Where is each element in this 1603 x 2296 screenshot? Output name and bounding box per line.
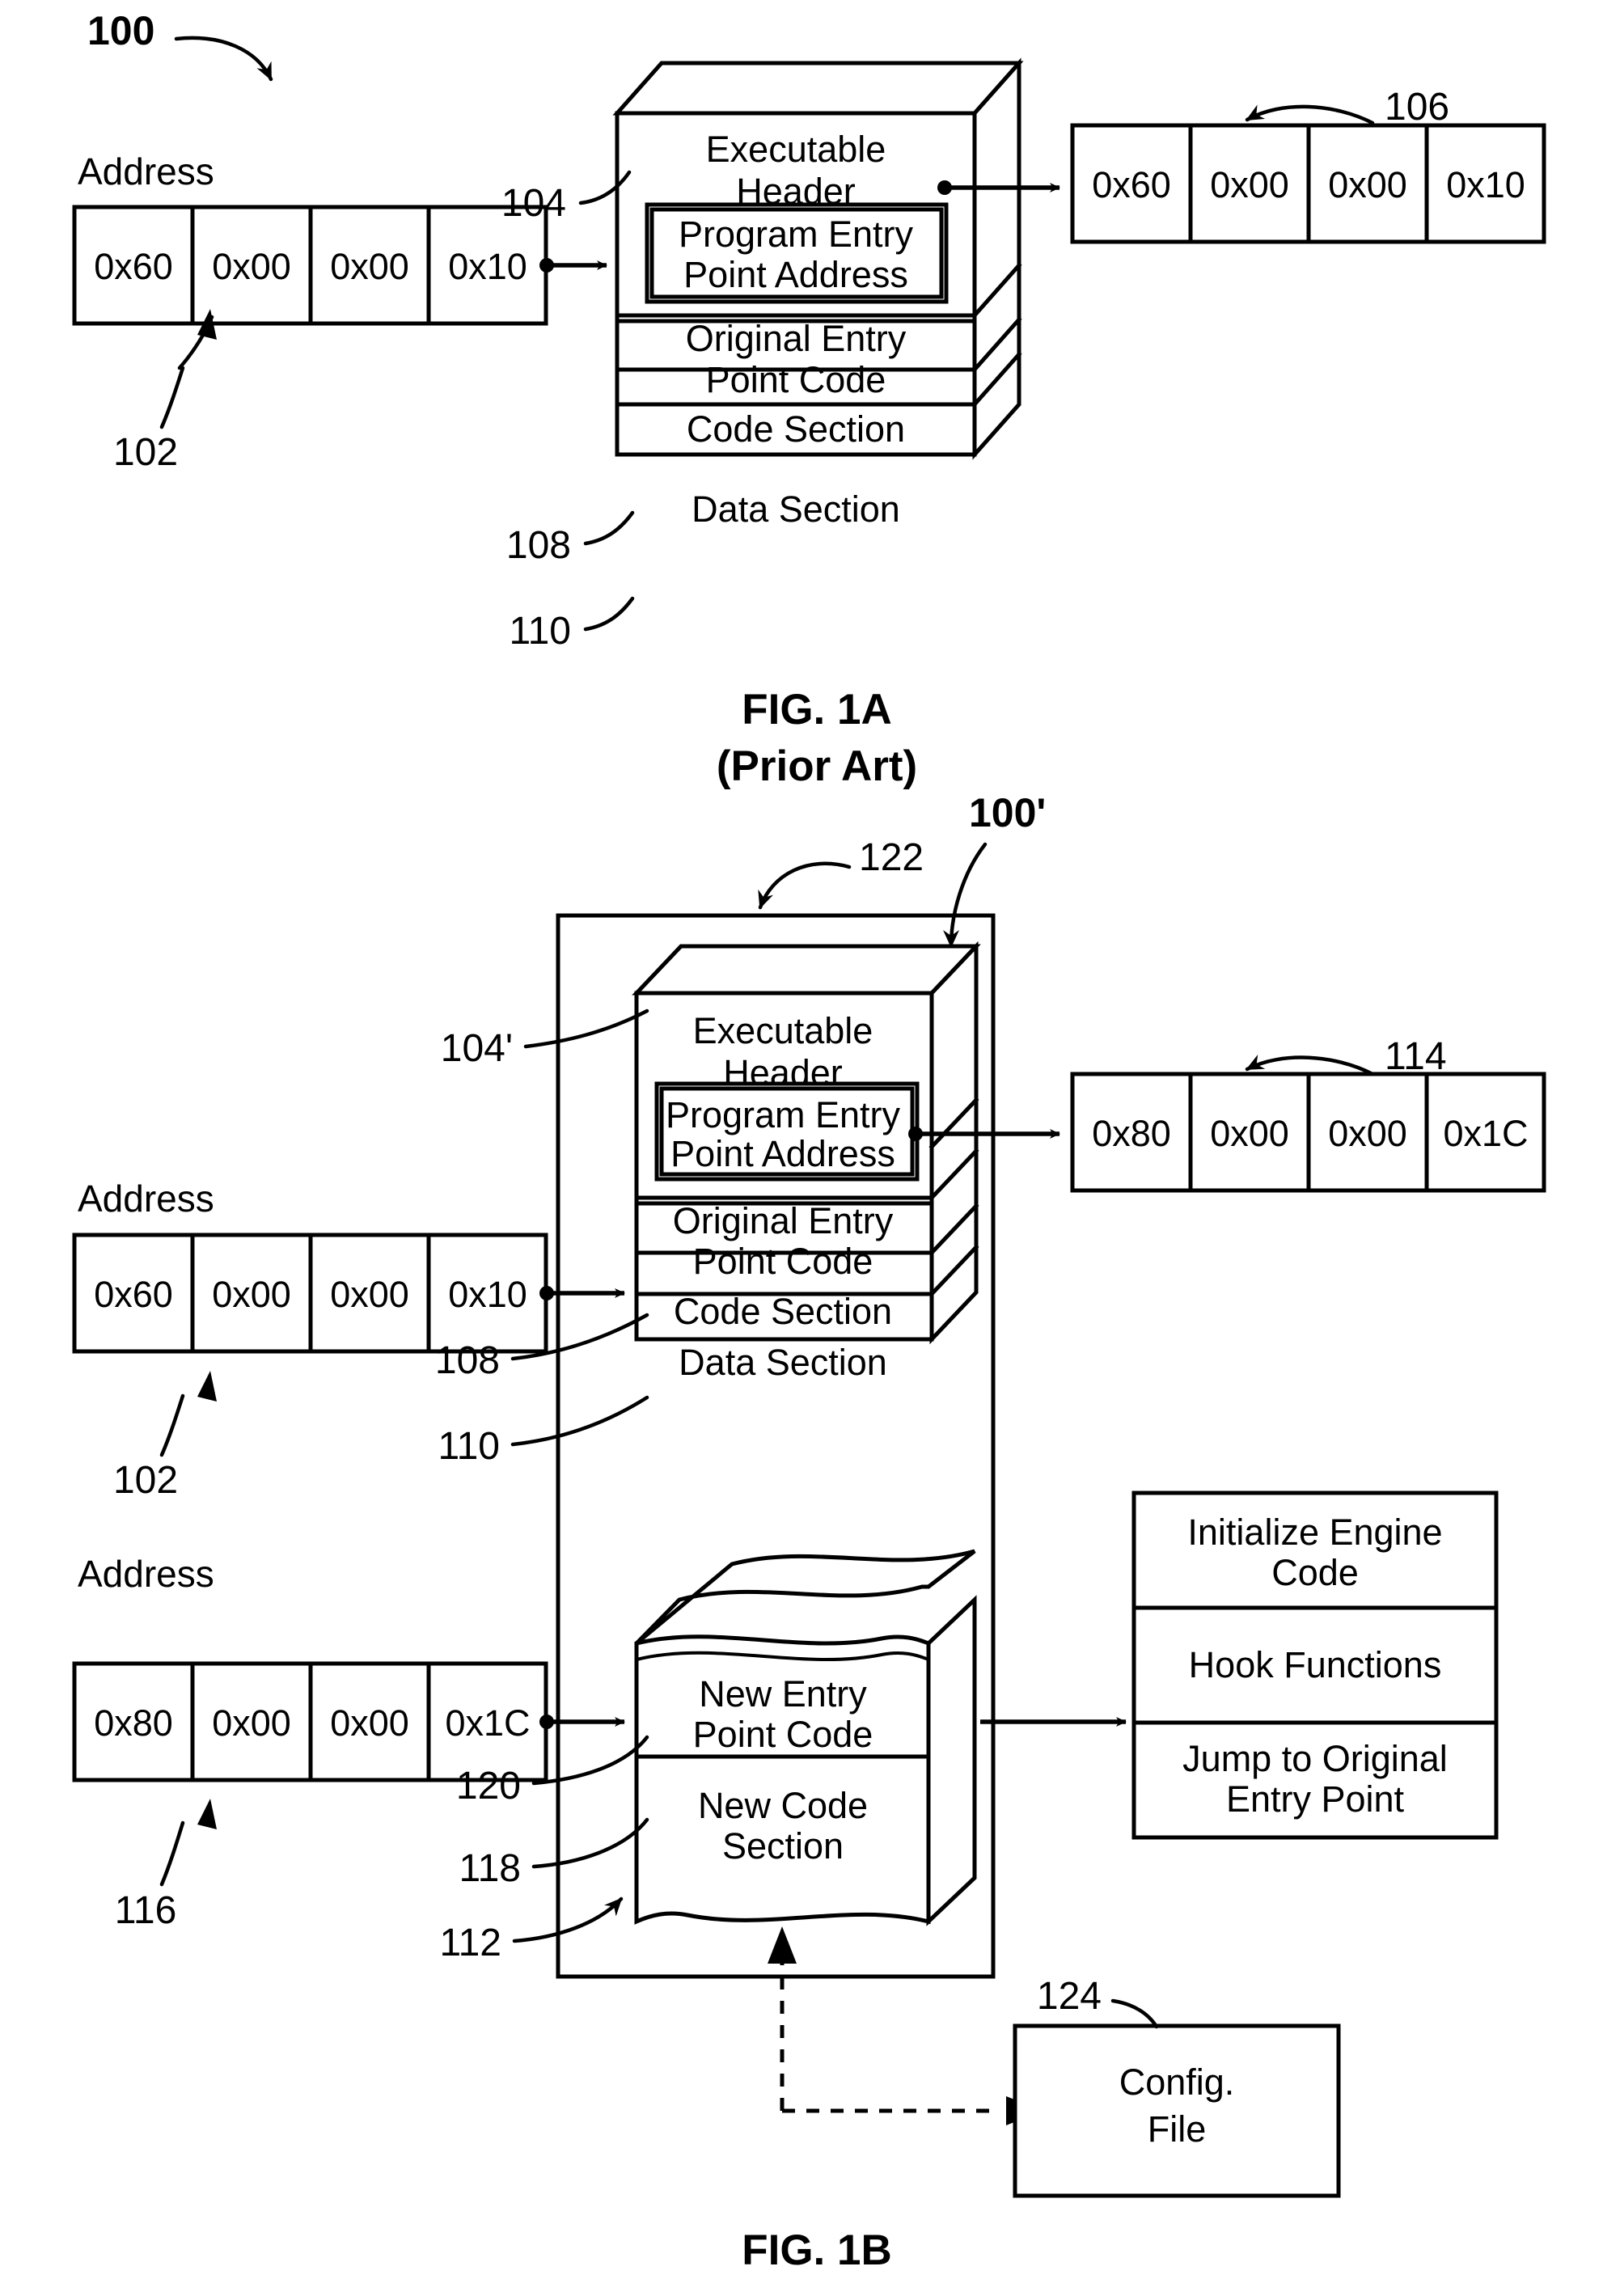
ref-110-label-1b: 110 <box>438 1425 500 1468</box>
cell-116-0: 0x80 <box>94 1702 173 1744</box>
ref-102-label: 102 <box>113 431 178 474</box>
connector-102-to-original-entry <box>539 258 607 273</box>
new-code-line1: New Code <box>698 1785 868 1826</box>
cell-116-3: 0x1C <box>445 1702 530 1744</box>
new-entry-line2: Point Code <box>693 1714 873 1755</box>
program-entry-line2-1b: Point Address <box>670 1133 895 1174</box>
cell-102-1: 0x00 <box>212 246 291 287</box>
cell-114-2: 0x00 <box>1328 1113 1407 1154</box>
config-line2: File <box>1148 2108 1207 2150</box>
new-entry-line1: New Entry <box>699 1673 867 1715</box>
ref-120-label: 120 <box>456 1765 521 1808</box>
init-engine-line2: Code <box>1271 1552 1359 1593</box>
cell-114-3: 0x1C <box>1443 1113 1528 1154</box>
data-section-1b: Data Section <box>679 1342 887 1383</box>
address-label-1b-bottom: Address <box>78 1553 214 1595</box>
config-line1: Config. <box>1119 2061 1235 2103</box>
ref-106-label: 106 <box>1385 86 1449 129</box>
ref-116-label: 116 <box>115 1889 177 1932</box>
ref-102-leader <box>159 309 217 429</box>
ref-112-label: 112 <box>439 1922 501 1964</box>
cell-102b-1: 0x00 <box>212 1274 291 1315</box>
ref-108-leader <box>583 510 635 546</box>
program-entry-line1-1a: Program Entry <box>679 214 914 255</box>
original-entry-line2-1b: Point Code <box>693 1241 873 1282</box>
hook-functions: Hook Functions <box>1189 1644 1442 1685</box>
cell-114-1: 0x00 <box>1210 1113 1289 1154</box>
cell-106-1: 0x00 <box>1210 164 1289 205</box>
ref-104p-label: 104' <box>441 1027 513 1070</box>
executable-header-line2-1a: Header <box>736 171 856 212</box>
fig-1a-caption: FIG. 1A <box>742 686 892 734</box>
ref-114-label: 114 <box>1385 1035 1447 1078</box>
new-code-line2: Section <box>722 1825 844 1867</box>
figure-drawing-layer: Address 102 104 108 110 106 122 100' Add… <box>72 8 1546 2274</box>
ref-108-label-1b: 108 <box>435 1339 500 1382</box>
address-label-1a: Address <box>78 150 214 192</box>
ref-102-leader-1b <box>159 1371 217 1457</box>
cell-106-2: 0x00 <box>1328 164 1407 205</box>
cell-102b-0: 0x60 <box>94 1274 173 1315</box>
code-section-1b: Code Section <box>674 1291 892 1332</box>
ref-122-label: 122 <box>859 836 924 879</box>
ref-100-label: 100 <box>87 8 154 53</box>
ref-106-leader <box>1245 104 1375 125</box>
ref-114-leader <box>1245 1054 1375 1076</box>
executable-header-line1-1b: Executable <box>693 1010 873 1051</box>
cell-116-1: 0x00 <box>212 1702 291 1744</box>
fig-1a-subcaption: (Prior Art) <box>717 742 917 790</box>
cell-102-3: 0x10 <box>448 246 527 287</box>
ref-110-label: 110 <box>509 610 571 653</box>
data-section-1a: Data Section <box>692 488 900 530</box>
cell-114-0: 0x80 <box>1092 1113 1171 1154</box>
executable-header-line1-1a: Executable <box>706 129 886 170</box>
ref-116-leader <box>159 1799 217 1887</box>
patent-figure-page: Address 102 104 108 110 106 122 100' Add… <box>0 0 1603 2296</box>
cell-116-2: 0x00 <box>330 1702 409 1744</box>
fig-1b-caption: FIG. 1B <box>742 2226 892 2274</box>
ref-124-leader <box>1110 1998 1159 2029</box>
cell-102b-3: 0x10 <box>448 1274 527 1315</box>
ref-124-label: 124 <box>1037 1975 1102 2018</box>
cell-106-0: 0x60 <box>1092 164 1171 205</box>
address-label-1b-top: Address <box>78 1178 214 1220</box>
program-entry-line1-1b: Program Entry <box>666 1094 901 1135</box>
original-entry-line1-1a: Original Entry <box>686 318 907 359</box>
jump-orig-line1: Jump to Original <box>1182 1738 1448 1779</box>
ref-110-leader <box>583 596 635 632</box>
original-entry-line2-1a: Point Code <box>706 359 886 400</box>
original-entry-line1-1b: Original Entry <box>673 1200 894 1241</box>
cell-102-0: 0x60 <box>94 246 173 287</box>
ref-104-label: 104 <box>501 182 566 225</box>
ref-100p-label: 100' <box>969 790 1046 835</box>
cell-102b-2: 0x00 <box>330 1274 409 1315</box>
jump-orig-line2: Entry Point <box>1226 1778 1405 1820</box>
cell-106-3: 0x10 <box>1446 164 1525 205</box>
ref-100-leader <box>174 36 273 82</box>
ref-102-label-1b: 102 <box>113 1459 178 1502</box>
init-engine-line1: Initialize Engine <box>1187 1512 1442 1553</box>
executable-header-line2-1b: Header <box>723 1052 843 1093</box>
ref-122-leader <box>758 861 852 910</box>
ref-108-label: 108 <box>506 524 571 567</box>
cell-102-2: 0x00 <box>330 246 409 287</box>
code-section-1a: Code Section <box>687 408 905 450</box>
ref-118-label: 118 <box>459 1847 521 1890</box>
program-entry-line2-1a: Point Address <box>683 254 908 295</box>
